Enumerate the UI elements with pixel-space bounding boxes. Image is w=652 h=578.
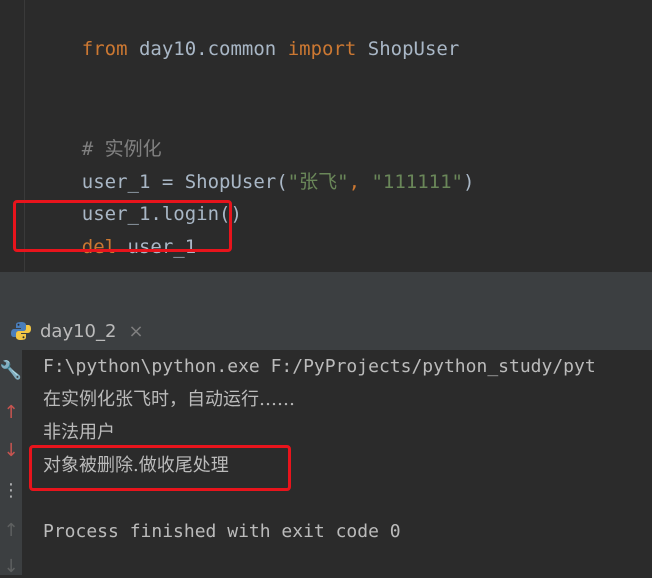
module-name: day10.common (127, 38, 288, 60)
code-editor[interactable]: from day10.common import ShopUser # 实例化 … (0, 0, 652, 272)
close-icon[interactable]: × (128, 321, 143, 342)
run-console[interactable]: F:\python\python.exe F:/PyProjects/pytho… (22, 350, 652, 575)
keyword-from: from (81, 38, 128, 60)
scroll-up-icon[interactable]: ↑ (0, 518, 22, 542)
string-arg-name: "张飞" (287, 171, 349, 193)
close-paren: ) (462, 171, 475, 193)
console-line-command: F:\python\python.exe F:/PyProjects/pytho… (43, 356, 596, 377)
console-line-init-message: 在实例化张飞时，自动运行…… (43, 389, 295, 410)
wrench-icon[interactable]: 🔧 (0, 358, 22, 382)
run-toolbar: 🔧 ↑ ↓ ⋮ ↑ ↓ (0, 350, 22, 578)
output-highlight-box (29, 445, 291, 491)
more-options-icon[interactable]: ⋮ (0, 478, 22, 502)
keyword-import: import (287, 38, 357, 60)
arrow-down-icon[interactable]: ↓ (0, 438, 22, 462)
del-highlight-box (13, 200, 232, 252)
arrow-up-icon[interactable]: ↑ (0, 400, 22, 424)
run-tab-day10-2[interactable]: day10_2 × (10, 316, 144, 346)
run-tab-label: day10_2 (40, 320, 117, 342)
panel-splitter[interactable] (0, 272, 652, 310)
console-line-illegal-user: 非法用户 (43, 422, 115, 443)
python-icon (11, 322, 31, 340)
comma: , (348, 171, 372, 193)
code-line-import[interactable]: from day10.common import ShopUser (36, 13, 460, 85)
console-line-exit-code: Process finished with exit code 0 (43, 521, 401, 542)
string-arg-password: "111111" (371, 171, 463, 193)
class-name: ShopUser (356, 38, 460, 60)
run-tab-bar: day10_2 × (0, 310, 652, 351)
scroll-down-icon[interactable]: ↓ (0, 554, 22, 578)
